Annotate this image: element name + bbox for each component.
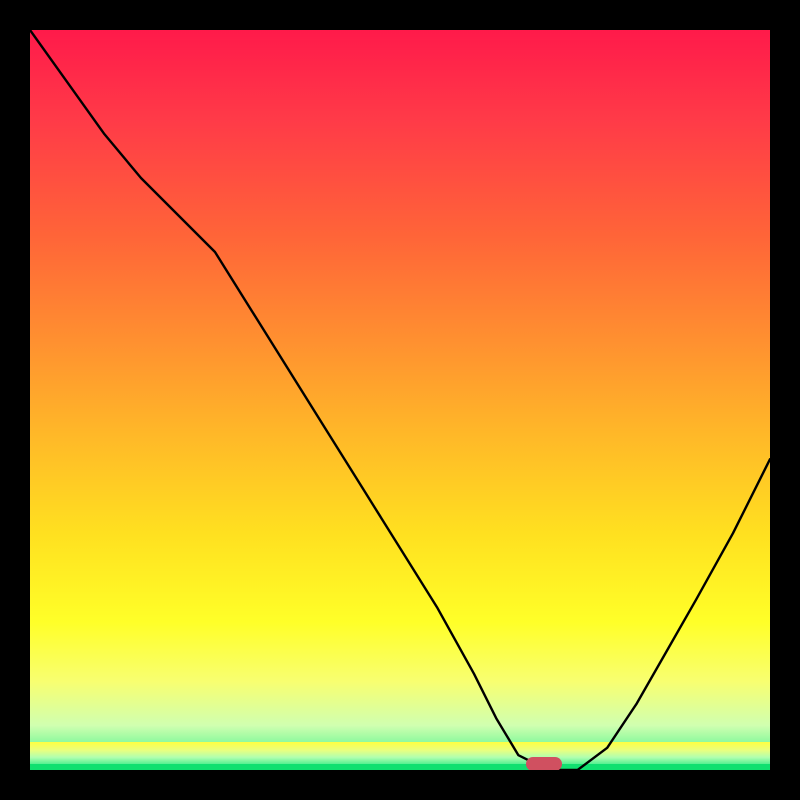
watermark-text: TheBottleneck.com	[586, 4, 792, 30]
optimal-marker	[526, 757, 562, 771]
chart-baseline-strip	[30, 764, 770, 770]
chart-background	[30, 30, 770, 770]
